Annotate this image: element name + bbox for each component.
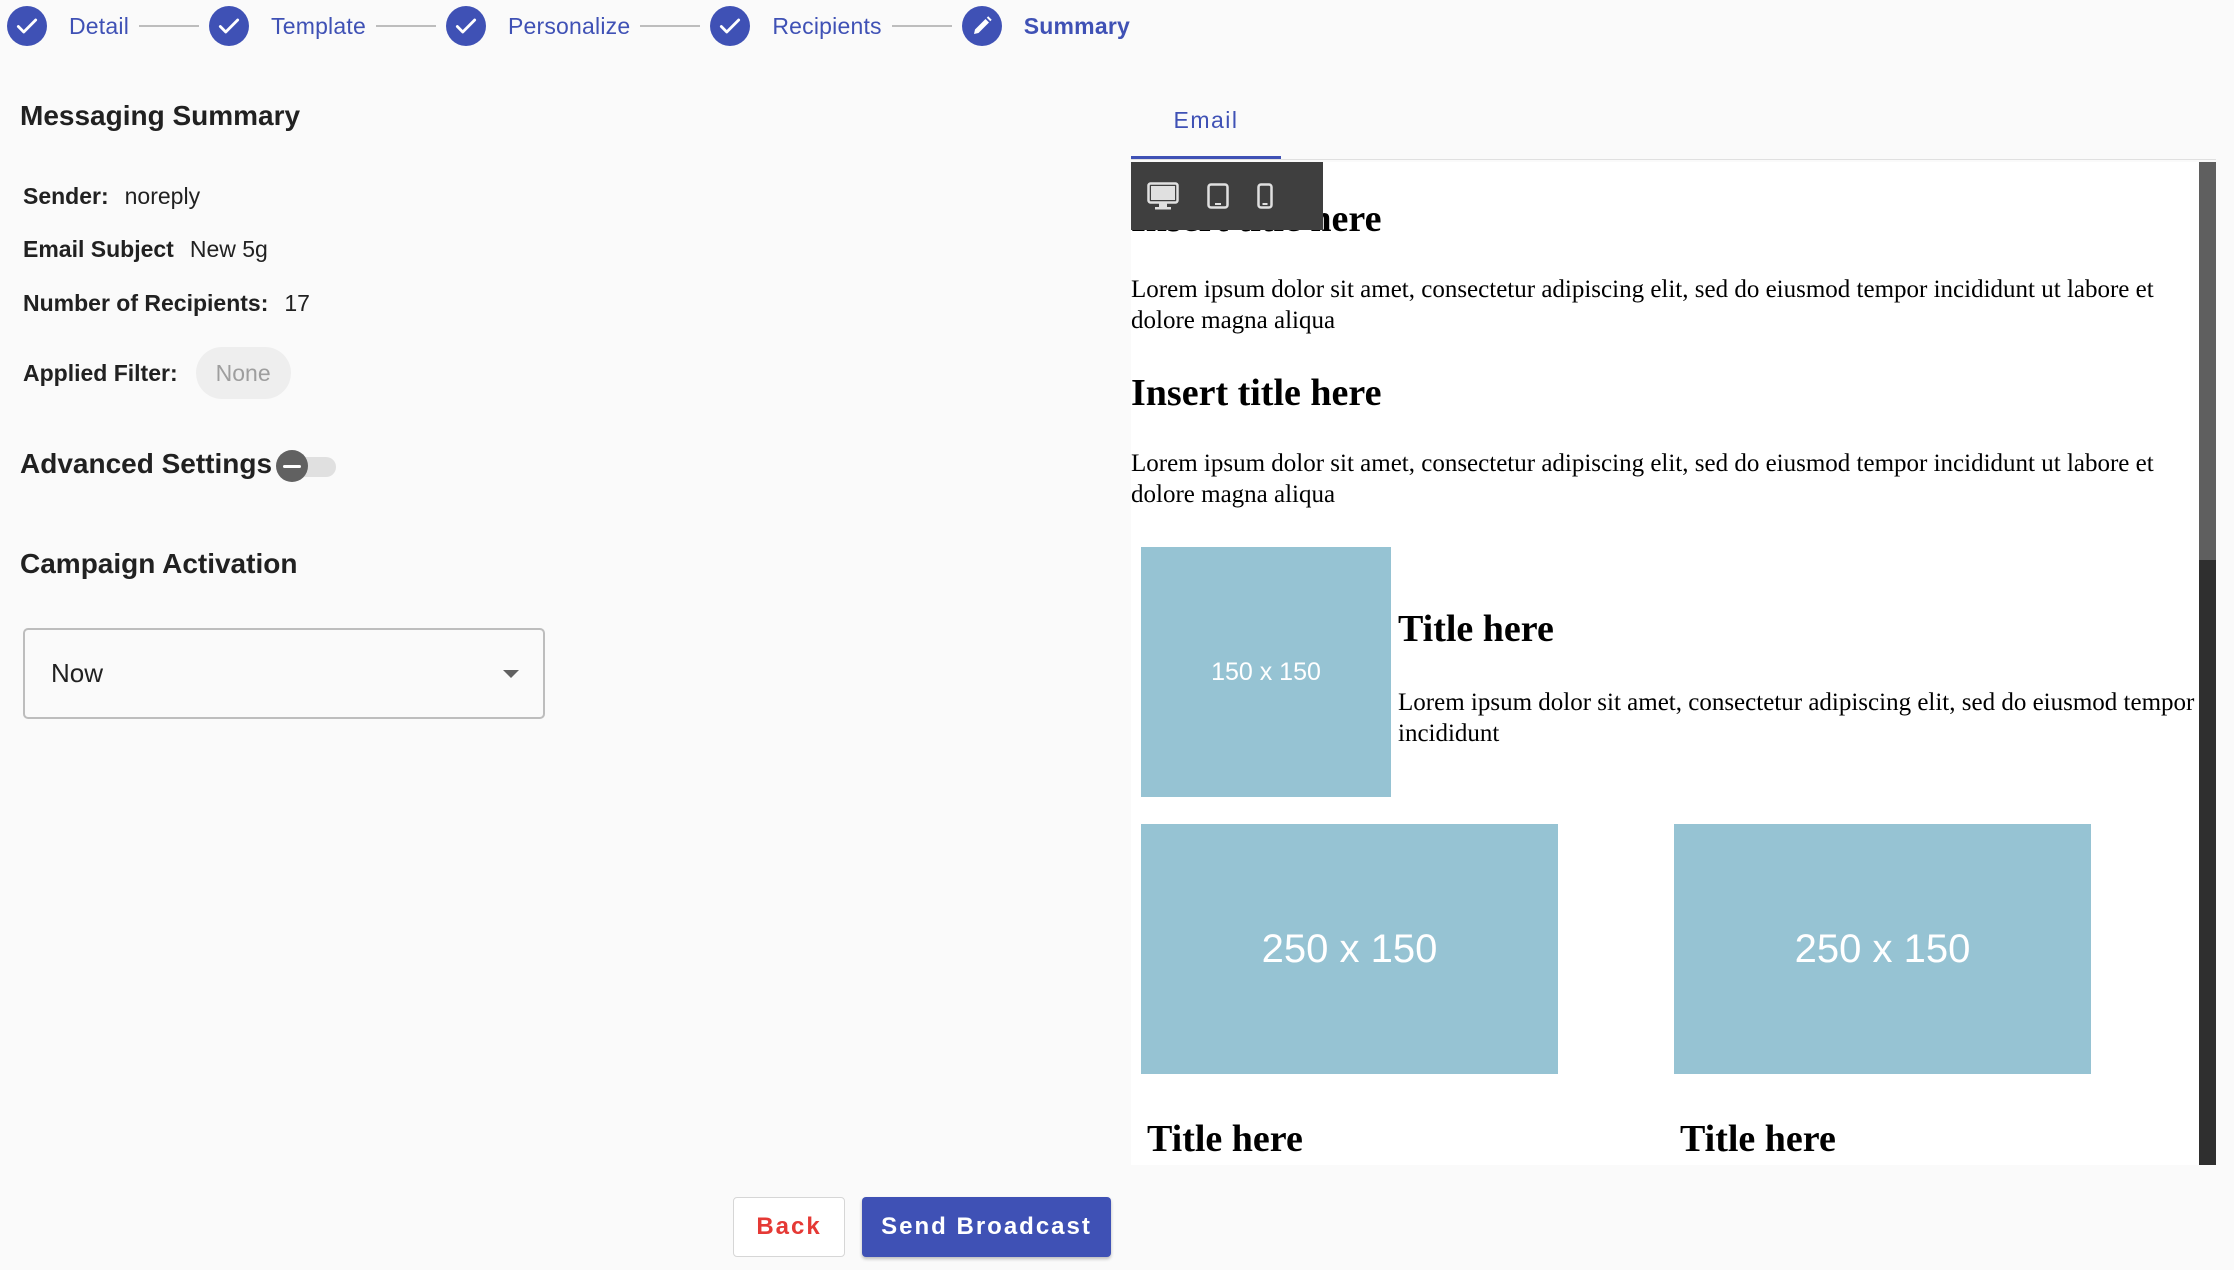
step-label: Template xyxy=(271,12,366,39)
check-icon xyxy=(209,6,250,46)
email-title-2: Insert title here xyxy=(1131,372,1382,414)
step-template[interactable]: Template xyxy=(209,6,366,46)
advanced-settings-title: Advanced Settings xyxy=(20,448,273,479)
email-paragraph-1: Lorem ipsum dolor sit amet, consectetur … xyxy=(1131,276,2154,334)
desktop-icon[interactable] xyxy=(1147,182,1179,210)
image-placeholder-150: 150 x 150 xyxy=(1141,547,1391,797)
step-label: Detail xyxy=(69,12,130,39)
filter-chip: None xyxy=(195,347,291,399)
step-label: Personalize xyxy=(507,12,631,39)
step-connector xyxy=(375,25,436,27)
sender-value: noreply xyxy=(124,183,201,209)
send-broadcast-button[interactable]: Send Broadcast xyxy=(862,1197,1111,1257)
tab-email[interactable]: Email xyxy=(1131,97,1281,159)
preview-scrollbar-thumb[interactable] xyxy=(2199,162,2216,560)
email-paragraph-2: Lorem ipsum dolor sit amet, consectetur … xyxy=(1131,450,2154,508)
email-preview[interactable]: Insert title here Lorem ipsum dolor sit … xyxy=(1131,162,2216,1165)
step-detail[interactable]: Detail xyxy=(7,6,129,46)
step-summary[interactable]: Summary xyxy=(961,6,1130,46)
column-title-right: Title here xyxy=(1680,1118,1836,1160)
step-recipients[interactable]: Recipients xyxy=(710,6,882,46)
mobile-icon[interactable] xyxy=(1257,183,1273,209)
image-placeholder-250-right: 250 x 150 xyxy=(1674,824,2091,1074)
image-placeholder-250-left: 250 x 150 xyxy=(1141,824,1558,1074)
caret-down-icon xyxy=(503,670,519,678)
column-title-left: Title here xyxy=(1147,1118,1303,1160)
tablet-icon[interactable] xyxy=(1207,183,1229,209)
device-toolbar xyxy=(1131,162,1323,230)
side-title: Title here xyxy=(1398,608,1554,650)
advanced-settings-toggle[interactable] xyxy=(276,448,336,484)
messaging-summary-title: Messaging Summary xyxy=(20,100,301,131)
step-connector xyxy=(891,25,952,27)
email-subject-value: New 5g xyxy=(189,236,268,262)
back-button[interactable]: Back xyxy=(733,1197,845,1257)
step-personalize[interactable]: Personalize xyxy=(445,6,631,46)
tab-divider xyxy=(1131,159,2216,160)
email-subject-field: Email Subject New 5g xyxy=(23,236,268,263)
check-icon xyxy=(710,6,751,46)
campaign-activation-select[interactable]: Now xyxy=(23,628,545,719)
campaign-activation-title: Campaign Activation xyxy=(20,548,298,579)
check-icon xyxy=(445,6,486,46)
recipients-value: 17 xyxy=(284,290,310,316)
sender-label: Sender: xyxy=(23,183,109,209)
step-connector xyxy=(139,25,200,27)
stepper: Detail Template Personalize Recipients S… xyxy=(7,5,1130,47)
step-connector xyxy=(640,25,701,27)
step-label: Recipients xyxy=(772,12,882,39)
toggle-thumb xyxy=(276,450,308,482)
email-subject-label: Email Subject xyxy=(23,236,174,262)
recipients-field: Number of Recipients: 17 xyxy=(23,290,310,317)
applied-filter-label: Applied Filter: xyxy=(23,359,178,386)
side-text: Lorem ipsum dolor sit amet, consectetur … xyxy=(1398,689,2195,747)
sender-field: Sender: noreply xyxy=(23,183,200,210)
pencil-icon xyxy=(961,6,1002,46)
select-value: Now xyxy=(51,658,104,688)
recipients-label: Number of Recipients: xyxy=(23,290,269,316)
applied-filter-field: Applied Filter: None xyxy=(23,347,291,399)
check-icon xyxy=(7,6,47,46)
step-label: Summary xyxy=(1023,12,1130,39)
